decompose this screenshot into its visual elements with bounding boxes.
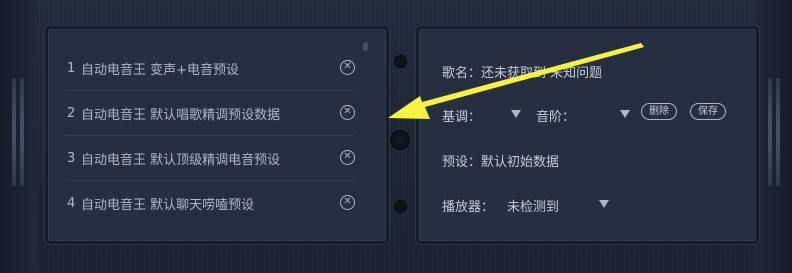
song-row: 歌名：还未获取到 未知问题 — [442, 62, 602, 81]
remove-preset-icon[interactable]: ✕ — [340, 60, 355, 75]
left-edge-trim — [0, 0, 38, 273]
preset-number: 1 — [67, 60, 76, 76]
preset-item[interactable]: 3 自动电音王 默认顶级精调电音预设 ✕ — [67, 136, 355, 181]
preset-number: 3 — [67, 150, 76, 166]
song-value: 还未获取到 未知问题 — [481, 66, 603, 81]
scale-label: 音阶： — [536, 110, 576, 125]
app-window: 1 自动电音王 变声+电音预设 ✕ 2 自动电音王 默认唱歌精调预设数据 ✕ 3… — [0, 0, 792, 273]
right-edge-trim — [754, 0, 792, 273]
key-dropdown-icon[interactable] — [511, 110, 521, 118]
grip-bar — [768, 78, 772, 186]
grip-bar — [776, 78, 780, 186]
preset-number: 2 — [67, 105, 76, 121]
divider-dot — [394, 55, 407, 68]
player-value: 未检测到 — [507, 200, 560, 215]
delete-button[interactable]: 删除 — [641, 103, 677, 120]
divider-dot — [390, 130, 410, 150]
preset-info-label: 预设： — [442, 155, 482, 170]
settings-panel: 歌名：还未获取到 未知问题 基调： 音阶： 删除 保存 预设：默认初始数据 播放… — [416, 26, 759, 244]
preset-item[interactable]: 2 自动电音王 默认唱歌精调预设数据 ✕ — [67, 91, 355, 136]
player-label: 播放器： — [442, 200, 495, 215]
preset-list-panel: 1 自动电音王 变声+电音预设 ✕ 2 自动电音王 默认唱歌精调预设数据 ✕ 3… — [45, 26, 389, 244]
preset-info-row: 预设：默认初始数据 — [442, 151, 559, 170]
preset-label: 自动电音王 变声+电音预设 — [81, 62, 240, 78]
preset-number: 4 — [67, 195, 76, 211]
preset-label: 自动电音王 默认顶级精调电音预设 — [81, 152, 281, 168]
preset-item[interactable]: 4 自动电音王 默认聊天唠嗑预设 ✕ — [67, 181, 355, 225]
preset-info-value: 默认初始数据 — [481, 155, 560, 170]
preset-label: 自动电音王 默认聊天唠嗑预设 — [81, 197, 255, 213]
key-label: 基调： — [442, 110, 482, 125]
remove-preset-icon[interactable]: ✕ — [340, 105, 355, 120]
scale-dropdown-icon[interactable] — [620, 110, 630, 118]
grip-bar — [20, 78, 24, 186]
divider-dot — [394, 200, 407, 213]
preset-label: 自动电音王 默认唱歌精调预设数据 — [81, 107, 281, 123]
scrollbar-thumb[interactable] — [363, 42, 368, 51]
song-label: 歌名： — [442, 66, 482, 81]
remove-preset-icon[interactable]: ✕ — [340, 195, 355, 210]
player-dropdown-icon[interactable] — [599, 200, 609, 208]
preset-item[interactable]: 1 自动电音王 变声+电音预设 ✕ — [67, 46, 355, 91]
remove-preset-icon[interactable]: ✕ — [340, 150, 355, 165]
grip-bar — [12, 78, 16, 186]
save-button[interactable]: 保存 — [690, 103, 726, 120]
